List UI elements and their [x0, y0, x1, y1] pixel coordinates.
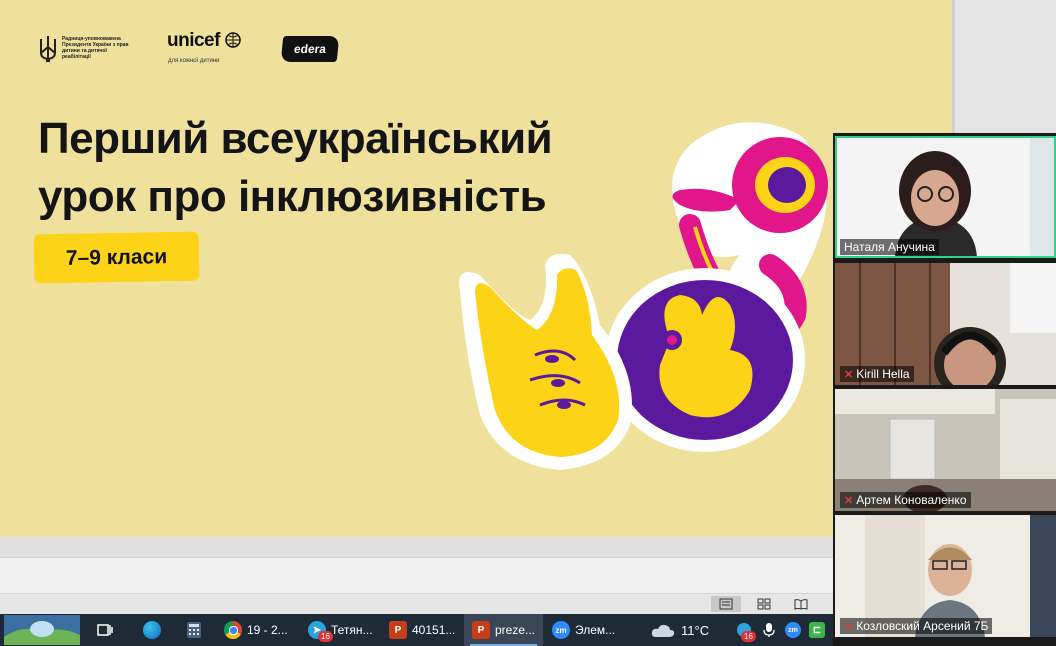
trident-icon [40, 36, 56, 62]
participant-tile-4[interactable]: ✕ Козловский Арсений 7Б [835, 515, 1056, 637]
mic-muted-icon: ✕ [844, 620, 854, 633]
presentation-slide: Радниця-уповноважена Президента України … [0, 0, 952, 537]
mic-muted-icon: ✕ [844, 368, 854, 381]
task-view-button[interactable] [96, 614, 114, 646]
participant-name: Наталя Анучина [840, 239, 939, 255]
unicef-logo: unicef [167, 30, 241, 52]
cloud-icon [651, 624, 675, 637]
powerpoint-status-area [0, 537, 835, 615]
zoom-video-panel: Наталя Анучина ✕ Kirill Hella ✕ Артем Коно… [833, 133, 1056, 646]
taskbar-powerpoint-2[interactable]: P preze... [464, 614, 544, 646]
edge-icon [143, 621, 161, 639]
taskbar-powerpoint-1[interactable]: P 40151... [389, 614, 455, 646]
tray-telegram[interactable]: 16 [737, 614, 756, 646]
participant-name: ✕ Козловский Арсений 7Б [840, 618, 993, 634]
powerpoint-icon: P [472, 621, 490, 639]
gov-logo-text: Радниця-уповноважена Президента України … [62, 36, 129, 60]
status-bar [0, 593, 835, 615]
zoom-icon: zm [552, 621, 570, 639]
chrome-icon [224, 621, 242, 639]
participant-tile-2[interactable]: ✕ Kirill Hella [835, 263, 1056, 385]
tray-zoom[interactable]: zm [785, 614, 801, 646]
normal-view-icon [719, 598, 733, 610]
reading-view-button[interactable] [786, 596, 816, 612]
unicef-tagline: для кожної дитини [168, 58, 220, 64]
weather-temp: 11°C [681, 622, 710, 638]
hand-stickers-illustration [459, 122, 828, 470]
mic-muted-icon: ✕ [844, 494, 854, 507]
tray-app[interactable]: ⊏ [809, 614, 825, 646]
tray-unread-badge: 16 [741, 631, 756, 642]
landscape-icon [4, 615, 80, 645]
calculator-button[interactable] [186, 614, 202, 646]
calculator-icon [187, 622, 201, 638]
grid-view-icon [757, 598, 771, 610]
windows-taskbar: 19 - 2... ➤ 16 Тетян... P 40151... P pre… [0, 614, 833, 646]
participant-tile-1[interactable]: Наталя Анучина [835, 136, 1056, 258]
taskbar-zoom[interactable]: zm Элем... [552, 614, 615, 646]
green-app-icon: ⊏ [809, 622, 825, 638]
grade-badge: 7–9 класи [33, 231, 200, 284]
book-icon [794, 599, 808, 610]
microphone-icon [763, 623, 775, 637]
normal-view-button[interactable] [711, 596, 741, 612]
zoom-tray-icon: zm [785, 622, 801, 638]
taskbar-telegram[interactable]: ➤ 16 Тетян... [308, 614, 373, 646]
edge-button[interactable] [143, 614, 161, 646]
task-view-icon [97, 624, 113, 636]
globe-icon [224, 32, 241, 48]
sticker-yellow [459, 253, 632, 470]
unread-badge: 16 [318, 631, 333, 642]
slide-sorter-button[interactable] [749, 596, 779, 612]
participant-name: ✕ Артем Коноваленко [840, 492, 971, 508]
weather-widget[interactable]: 11°C [650, 614, 709, 646]
tray-microphone[interactable] [763, 614, 775, 646]
participant-name: ✕ Kirill Hella [840, 366, 914, 382]
taskbar-chrome[interactable]: 19 - 2... [224, 614, 288, 646]
powerpoint-icon: P [389, 621, 407, 639]
edera-logo: edera [280, 36, 340, 62]
participant-tile-3[interactable]: ✕ Артем Коноваленко [835, 389, 1056, 511]
sticker-purple [605, 268, 805, 452]
start-landscape-button[interactable] [4, 614, 80, 646]
notes-pane[interactable] [0, 537, 835, 558]
